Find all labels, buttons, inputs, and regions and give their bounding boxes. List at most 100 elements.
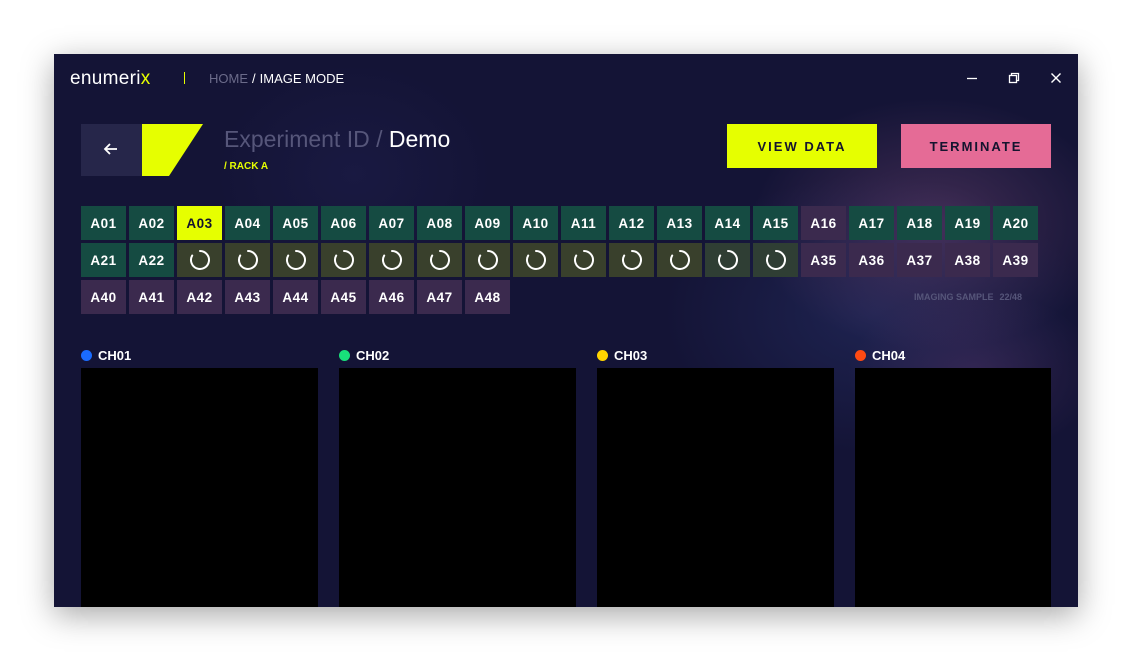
well-a13[interactable]: A13 xyxy=(657,206,702,240)
well-loading[interactable] xyxy=(417,243,462,277)
loading-spinner-icon xyxy=(621,250,642,270)
well-loading[interactable] xyxy=(273,243,318,277)
well-a42[interactable]: A42 xyxy=(177,280,222,314)
well-a15[interactable]: A15 xyxy=(753,206,798,240)
well-a18[interactable]: A18 xyxy=(897,206,942,240)
well-a48[interactable]: A48 xyxy=(465,280,510,314)
well-a46[interactable]: A46 xyxy=(369,280,414,314)
app-logo: enumerix xyxy=(70,68,151,89)
channel-color-dot xyxy=(597,350,608,361)
well-a11[interactable]: A11 xyxy=(561,206,606,240)
title-bar: enumerix HOME / IMAGE MODE xyxy=(54,54,1078,104)
rack-label: / RACK A xyxy=(224,161,269,172)
well-a02[interactable]: A02 xyxy=(129,206,174,240)
view-data-button[interactable]: VIEW DATA xyxy=(727,124,877,168)
well-loading[interactable] xyxy=(465,243,510,277)
well-a41[interactable]: A41 xyxy=(129,280,174,314)
loading-spinner-icon xyxy=(669,250,690,270)
channel-color-dot xyxy=(339,350,350,361)
well-a05[interactable]: A05 xyxy=(273,206,318,240)
loading-spinner-icon xyxy=(285,250,306,270)
well-a08[interactable]: A08 xyxy=(417,206,462,240)
loading-spinner-icon xyxy=(717,250,738,270)
restore-button[interactable] xyxy=(1004,68,1024,88)
well-a04[interactable]: A04 xyxy=(225,206,270,240)
status-count: 22/48 xyxy=(999,292,1023,302)
channel-color-dot xyxy=(855,350,866,361)
breadcrumb-home[interactable]: HOME xyxy=(209,71,248,86)
well-a06[interactable]: A06 xyxy=(321,206,366,240)
channel-label: CH01 xyxy=(81,348,131,363)
arrow-left-icon xyxy=(103,143,117,155)
channel-label: CH03 xyxy=(597,348,647,363)
channel-image-view[interactable] xyxy=(597,368,834,607)
experiment-name: Demo xyxy=(388,126,451,152)
well-loading[interactable] xyxy=(609,243,654,277)
status-label: IMAGING SAMPLE xyxy=(914,292,994,302)
well-loading[interactable] xyxy=(321,243,366,277)
breadcrumb: HOME / IMAGE MODE xyxy=(209,71,344,86)
well-a21[interactable]: A21 xyxy=(81,243,126,277)
loading-spinner-icon xyxy=(333,250,354,270)
loading-spinner-icon xyxy=(477,250,498,270)
well-a35[interactable]: A35 xyxy=(801,243,846,277)
well-a16[interactable]: A16 xyxy=(801,206,846,240)
minimize-icon xyxy=(967,77,977,80)
restore-icon xyxy=(1008,72,1020,84)
loading-spinner-icon xyxy=(189,250,210,270)
well-a19[interactable]: A19 xyxy=(945,206,990,240)
channel-image-view[interactable] xyxy=(339,368,576,607)
well-loading[interactable] xyxy=(225,243,270,277)
well-a09[interactable]: A09 xyxy=(465,206,510,240)
back-button[interactable] xyxy=(81,124,142,176)
well-a40[interactable]: A40 xyxy=(81,280,126,314)
well-a22[interactable]: A22 xyxy=(129,243,174,277)
breadcrumb-current: IMAGE MODE xyxy=(259,71,345,86)
channel-image-view[interactable] xyxy=(855,368,1051,607)
close-icon xyxy=(1051,73,1061,83)
well-loading[interactable] xyxy=(369,243,414,277)
well-a10[interactable]: A10 xyxy=(513,206,558,240)
loading-spinner-icon xyxy=(237,250,258,270)
loading-spinner-icon xyxy=(525,250,546,270)
channel-label: CH04 xyxy=(855,348,905,363)
channel-color-dot xyxy=(81,350,92,361)
breadcrumb-separator: / xyxy=(252,71,256,86)
well-a45[interactable]: A45 xyxy=(321,280,366,314)
well-a36[interactable]: A36 xyxy=(849,243,894,277)
well-loading[interactable] xyxy=(705,243,750,277)
loading-spinner-icon xyxy=(429,250,450,270)
well-a01[interactable]: A01 xyxy=(81,206,126,240)
well-a20[interactable]: A20 xyxy=(993,206,1038,240)
imaging-status: IMAGING SAMPLE 22/48 xyxy=(914,292,1022,302)
well-a07[interactable]: A07 xyxy=(369,206,414,240)
app-window: enumerix HOME / IMAGE MODE Experiment ID /… xyxy=(54,54,1078,607)
well-loading[interactable] xyxy=(753,243,798,277)
accent-shape xyxy=(142,124,203,176)
experiment-id-label: Experiment ID / xyxy=(224,126,383,152)
channel-image-view[interactable] xyxy=(81,368,318,607)
loading-spinner-icon xyxy=(573,250,594,270)
loading-spinner-icon xyxy=(765,250,786,270)
well-loading[interactable] xyxy=(513,243,558,277)
well-a38[interactable]: A38 xyxy=(945,243,990,277)
loading-spinner-icon xyxy=(381,250,402,270)
well-a03[interactable]: A03 xyxy=(177,206,222,240)
page-title: Experiment ID / Demo xyxy=(224,126,450,153)
well-loading[interactable] xyxy=(561,243,606,277)
well-loading[interactable] xyxy=(177,243,222,277)
well-a12[interactable]: A12 xyxy=(609,206,654,240)
well-a37[interactable]: A37 xyxy=(897,243,942,277)
minimize-button[interactable] xyxy=(962,68,982,88)
well-a43[interactable]: A43 xyxy=(225,280,270,314)
close-button[interactable] xyxy=(1046,68,1066,88)
well-a14[interactable]: A14 xyxy=(705,206,750,240)
well-a39[interactable]: A39 xyxy=(993,243,1038,277)
well-loading[interactable] xyxy=(657,243,702,277)
well-a17[interactable]: A17 xyxy=(849,206,894,240)
logo-divider xyxy=(184,72,185,84)
well-a47[interactable]: A47 xyxy=(417,280,462,314)
well-a44[interactable]: A44 xyxy=(273,280,318,314)
terminate-button[interactable]: TERMINATE xyxy=(901,124,1051,168)
channel-label: CH02 xyxy=(339,348,389,363)
